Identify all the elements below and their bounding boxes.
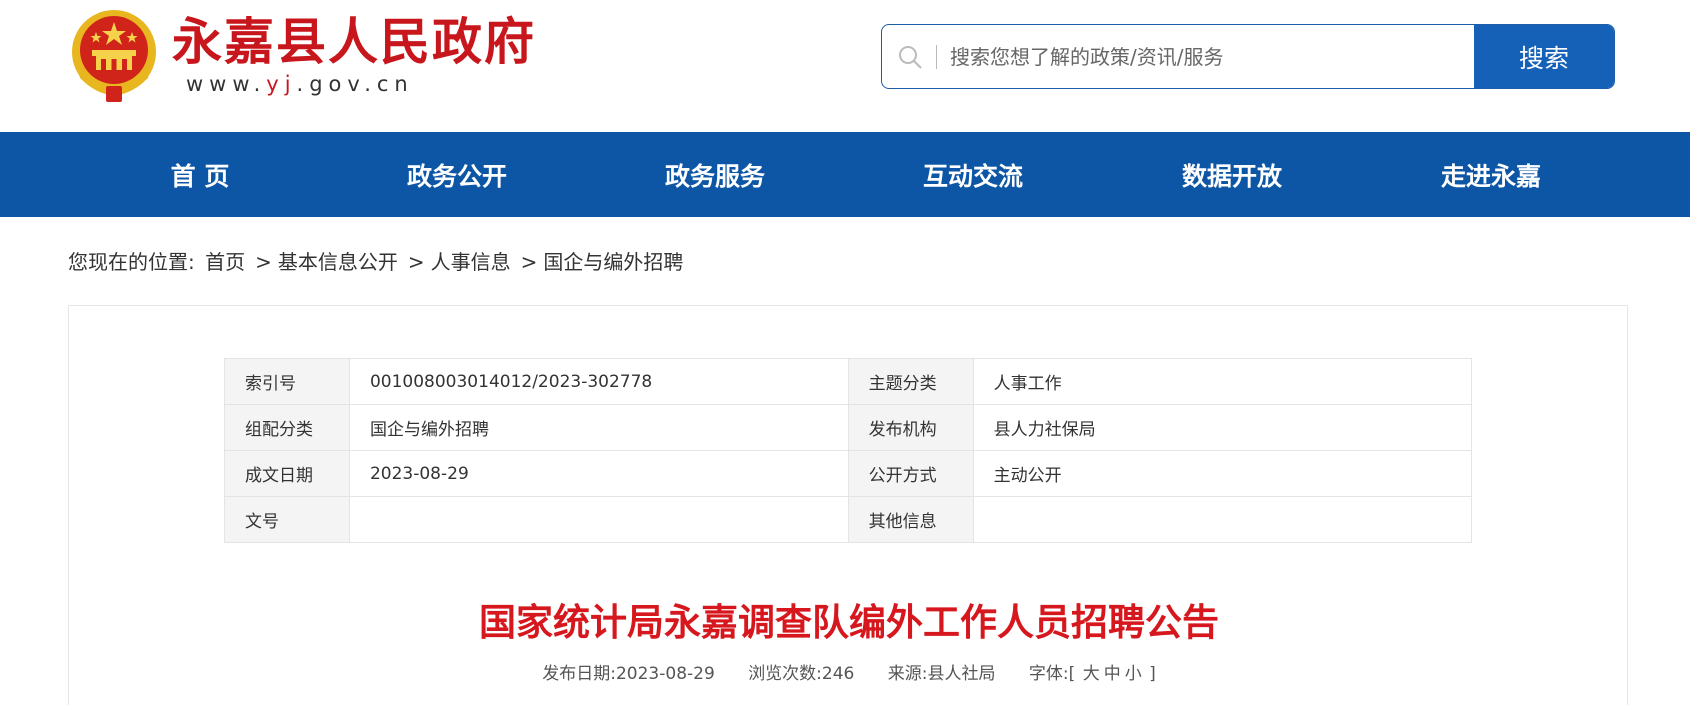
search-box: 搜索: [881, 24, 1615, 89]
breadcrumb-recruitment[interactable]: 国企与编外招聘: [543, 250, 683, 274]
breadcrumb: 您现在的位置: 首页 > 基本信息公开 > 人事信息 > 国企与编外招聘: [68, 248, 687, 276]
search-input[interactable]: [950, 25, 1470, 88]
breadcrumb-personnel-info[interactable]: 人事信息: [431, 250, 511, 274]
article-meta: 发布日期:2023-08-29 浏览次数:246 来源:县人社局 字体:[ 大中…: [69, 662, 1629, 686]
search-button[interactable]: 搜索: [1474, 25, 1614, 88]
meta-value: 县人力社保局: [972, 404, 1473, 451]
meta-value: 主动公开: [972, 450, 1473, 497]
search-icon: [899, 46, 922, 69]
meta-value: 国企与编外招聘: [348, 404, 849, 451]
font-size-open-bracket: [: [1068, 664, 1076, 684]
site-url-prefix: www.: [186, 72, 267, 96]
site-url: www.yj.gov.cn: [186, 72, 414, 96]
font-size-large-button[interactable]: 大: [1083, 664, 1100, 684]
article-title: 国家统计局永嘉调查队编外工作人员招聘公告: [479, 601, 1219, 644]
content-panel: 索引号 001008003014012/2023-302778 主题分类 人事工…: [68, 305, 1628, 705]
nav-item-government-services[interactable]: 政务服务: [585, 132, 845, 217]
meta-key: 成文日期: [224, 450, 350, 497]
site-url-highlight: yj: [266, 72, 297, 96]
search-divider: [936, 45, 937, 69]
article-source: 来源:县人社局: [887, 664, 996, 684]
breadcrumb-basic-info[interactable]: 基本信息公开: [278, 250, 398, 274]
breadcrumb-separator: >: [520, 250, 538, 274]
table-row: 索引号 001008003014012/2023-302778 主题分类 人事工…: [224, 358, 1473, 405]
table-row: 组配分类 国企与编外招聘 发布机构 县人力社保局: [224, 404, 1473, 451]
meta-key: 发布机构: [847, 404, 974, 451]
nav-item-about-yongjia[interactable]: 走进永嘉: [1361, 132, 1621, 217]
site-name: 永嘉县人民政府: [172, 12, 536, 71]
font-size-close-bracket: ]: [1149, 664, 1156, 684]
meta-value: [972, 496, 1473, 543]
font-size-label: 字体:: [1028, 664, 1069, 684]
breadcrumb-label: 您现在的位置:: [68, 250, 195, 274]
site-url-suffix: .gov.cn: [296, 72, 414, 96]
meta-value: 2023-08-29: [348, 450, 849, 497]
meta-key: 文号: [224, 496, 350, 543]
meta-key: 主题分类: [847, 358, 974, 405]
table-row: 成文日期 2023-08-29 公开方式 主动公开: [224, 450, 1473, 497]
site-header: 永嘉县人民政府 www.yj.gov.cn 搜索: [0, 0, 1690, 132]
breadcrumb-home[interactable]: 首页: [205, 250, 245, 274]
metadata-table: 索引号 001008003014012/2023-302778 主题分类 人事工…: [224, 358, 1473, 543]
font-size-control: 字体:[ 大中小 ]: [1029, 664, 1156, 684]
national-emblem-icon: [72, 10, 156, 102]
table-row: 文号 其他信息: [224, 496, 1473, 543]
meta-key: 其他信息: [847, 496, 974, 543]
meta-value: [348, 496, 849, 543]
meta-key: 组配分类: [224, 404, 350, 451]
main-nav: 首 页 政务公开 政务服务 互动交流 数据开放 走进永嘉: [0, 132, 1690, 217]
nav-item-government-affairs[interactable]: 政务公开: [327, 132, 587, 217]
view-count: 浏览次数:246: [748, 664, 855, 684]
breadcrumb-separator: >: [255, 250, 272, 274]
breadcrumb-separator: >: [407, 250, 425, 274]
meta-key: 索引号: [224, 358, 350, 405]
nav-item-open-data[interactable]: 数据开放: [1102, 132, 1362, 217]
nav-item-home[interactable]: 首 页: [70, 132, 330, 217]
nav-item-interaction[interactable]: 互动交流: [843, 132, 1103, 217]
meta-value: 人事工作: [972, 358, 1473, 405]
meta-key: 公开方式: [847, 450, 974, 497]
publish-date: 发布日期:2023-08-29: [542, 664, 715, 684]
font-size-small-button[interactable]: 小: [1125, 664, 1142, 684]
font-size-medium-button[interactable]: 中: [1104, 664, 1121, 684]
meta-value: 001008003014012/2023-302778: [348, 358, 849, 405]
